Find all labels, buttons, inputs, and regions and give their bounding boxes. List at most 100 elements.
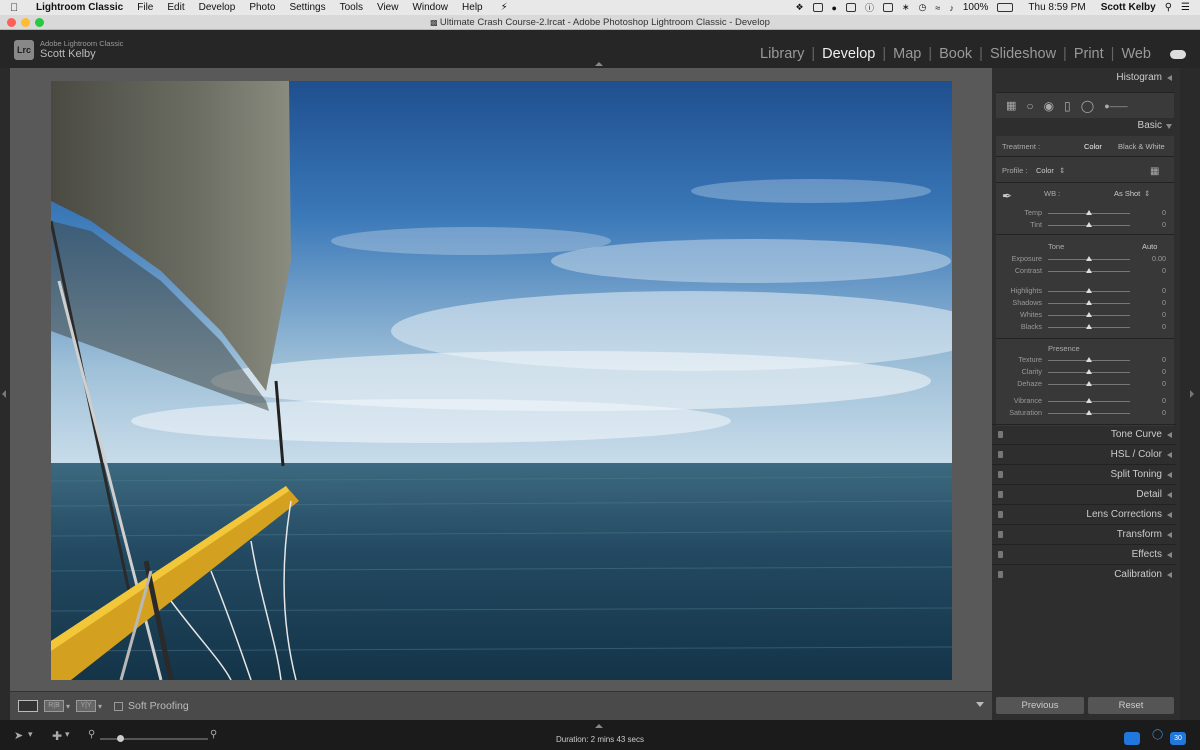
module-slideshow[interactable]: Slideshow: [983, 46, 1063, 62]
tone-curve-toggle-icon[interactable]: [1167, 432, 1172, 438]
module-book[interactable]: Book: [932, 46, 979, 62]
profile-dropdown-arrow-icon[interactable]: ⇕: [1059, 166, 1065, 175]
detail-header[interactable]: Detail: [992, 484, 1176, 504]
menu-app[interactable]: Lightroom Classic: [36, 2, 123, 13]
soft-proofing-checkbox[interactable]: [114, 701, 124, 711]
left-panel-toggle-icon[interactable]: [2, 390, 6, 398]
right-panel-toggle-icon[interactable]: [1190, 390, 1194, 398]
menu-help[interactable]: Help: [462, 2, 483, 13]
time-machine-icon[interactable]: ◷: [919, 2, 927, 13]
temp-slider-thumb[interactable]: [1086, 210, 1092, 215]
circle-icon[interactable]: ◯: [1152, 729, 1163, 740]
bolt-icon[interactable]: ⚡: [501, 2, 508, 13]
photo-sailboat[interactable]: [51, 81, 952, 680]
wifi-icon[interactable]: ≈: [935, 3, 940, 13]
effects-toggle-icon[interactable]: [1167, 552, 1172, 558]
highlights-slider-thumb[interactable]: [1086, 288, 1092, 293]
bluetooth-icon[interactable]: ∗: [902, 2, 910, 13]
hsl-color-toggle-icon[interactable]: [1167, 452, 1172, 458]
toolbar-menu-icon[interactable]: [976, 702, 984, 707]
lens-corrections-switch-icon[interactable]: [998, 511, 1003, 518]
highlights-value[interactable]: 0: [1162, 286, 1166, 295]
dehaze-slider-thumb[interactable]: [1086, 381, 1092, 386]
compare-dropdown-icon[interactable]: ▾: [98, 702, 102, 711]
eyedropper-icon[interactable]: ✒: [1002, 189, 1012, 203]
calibration-toggle-icon[interactable]: [1167, 572, 1172, 578]
info-icon[interactable]: ⓘ: [865, 1, 874, 14]
whites-slider-thumb[interactable]: [1086, 312, 1092, 317]
module-print[interactable]: Print: [1067, 46, 1111, 62]
lens-corrections-header[interactable]: Lens Corrections: [992, 504, 1176, 524]
close-window-button[interactable]: [7, 18, 16, 27]
menu-extra-icon[interactable]: [845, 3, 856, 12]
module-develop[interactable]: Develop: [815, 46, 882, 62]
blacks-slider-thumb[interactable]: [1086, 324, 1092, 329]
clarity-value[interactable]: 0: [1162, 367, 1166, 376]
screen-icon[interactable]: [1124, 732, 1140, 745]
wb-dropdown-arrow-icon[interactable]: ⇕: [1144, 189, 1150, 198]
tint-slider-thumb[interactable]: [1086, 222, 1092, 227]
histogram-toggle-icon[interactable]: [1167, 75, 1172, 81]
profile-browser-icon[interactable]: ▦: [1150, 166, 1159, 177]
texture-slider-thumb[interactable]: [1086, 357, 1092, 362]
histogram-header[interactable]: Histogram: [992, 68, 1176, 88]
drop-icon[interactable]: ●: [832, 3, 837, 13]
split-toning-toggle-icon[interactable]: [1167, 472, 1172, 478]
display-icon[interactable]: [882, 3, 893, 12]
clock[interactable]: Thu 8:59 PM: [1028, 2, 1085, 13]
image-canvas[interactable]: [10, 68, 992, 691]
transform-toggle-icon[interactable]: [1167, 532, 1172, 538]
reset-button[interactable]: Reset: [1088, 697, 1174, 714]
transform-switch-icon[interactable]: [998, 531, 1003, 538]
menu-list-icon[interactable]: ☰: [1181, 2, 1190, 13]
module-web[interactable]: Web: [1114, 46, 1158, 62]
cloud-icon[interactable]: [1170, 49, 1186, 59]
crop-icon[interactable]: ▦: [1006, 99, 1016, 112]
top-panel-toggle-icon[interactable]: [595, 62, 603, 66]
menubar-user[interactable]: Scott Kelby: [1101, 2, 1156, 13]
auto-button[interactable]: Auto: [1142, 242, 1157, 251]
menu-file[interactable]: File: [137, 2, 153, 13]
calibration-header[interactable]: Calibration: [992, 564, 1176, 584]
vibrance-slider-thumb[interactable]: [1086, 398, 1092, 403]
red-eye-icon[interactable]: ◉: [1044, 99, 1054, 113]
saturation-slider-thumb[interactable]: [1086, 410, 1092, 415]
filmstrip-toggle-icon[interactable]: [595, 724, 603, 728]
exposure-slider-thumb[interactable]: [1086, 256, 1092, 261]
menu-window[interactable]: Window: [412, 2, 448, 13]
split-toning-header[interactable]: Split Toning: [992, 464, 1176, 484]
graduated-filter-icon[interactable]: ▯: [1064, 99, 1071, 113]
minimize-window-button[interactable]: [21, 18, 30, 27]
shadows-value[interactable]: 0: [1162, 298, 1166, 307]
profile-dropdown[interactable]: Color: [1036, 166, 1054, 175]
basic-toggle-icon[interactable]: [1166, 124, 1172, 129]
tone-curve-header[interactable]: Tone Curve: [992, 424, 1176, 444]
temp-value[interactable]: 0: [1162, 208, 1166, 217]
before-after-yy-button[interactable]: Y|Y: [76, 700, 97, 712]
radial-filter-icon[interactable]: ◯: [1081, 99, 1094, 113]
battery-icon[interactable]: [997, 3, 1014, 12]
search-icon[interactable]: ⚲: [1165, 2, 1172, 13]
before-after-rb-button[interactable]: R|B: [44, 700, 64, 712]
apple-icon[interactable]: : [10, 2, 24, 14]
basic-header[interactable]: Basic: [992, 116, 1176, 136]
volume-icon[interactable]: ♪: [949, 3, 954, 13]
menu-develop[interactable]: Develop: [199, 2, 236, 13]
speed-badge[interactable]: 30: [1170, 732, 1186, 745]
view-dropdown-icon[interactable]: ▾: [66, 702, 70, 711]
shadows-slider-thumb[interactable]: [1086, 300, 1092, 305]
module-map[interactable]: Map: [886, 46, 928, 62]
module-library[interactable]: Library: [753, 46, 811, 62]
menu-edit[interactable]: Edit: [167, 2, 184, 13]
contrast-value[interactable]: 0: [1162, 266, 1166, 275]
right-panel-edge[interactable]: [1180, 68, 1200, 720]
hsl-color-switch-icon[interactable]: [998, 451, 1003, 458]
dehaze-value[interactable]: 0: [1162, 379, 1166, 388]
vibrance-value[interactable]: 0: [1162, 396, 1166, 405]
left-panel-edge[interactable]: [0, 68, 10, 720]
split-toning-switch-icon[interactable]: [998, 471, 1003, 478]
zoom-window-button[interactable]: [35, 18, 44, 27]
menu-settings[interactable]: Settings: [289, 2, 325, 13]
lens-corrections-toggle-icon[interactable]: [1167, 512, 1172, 518]
contrast-slider-thumb[interactable]: [1086, 268, 1092, 273]
